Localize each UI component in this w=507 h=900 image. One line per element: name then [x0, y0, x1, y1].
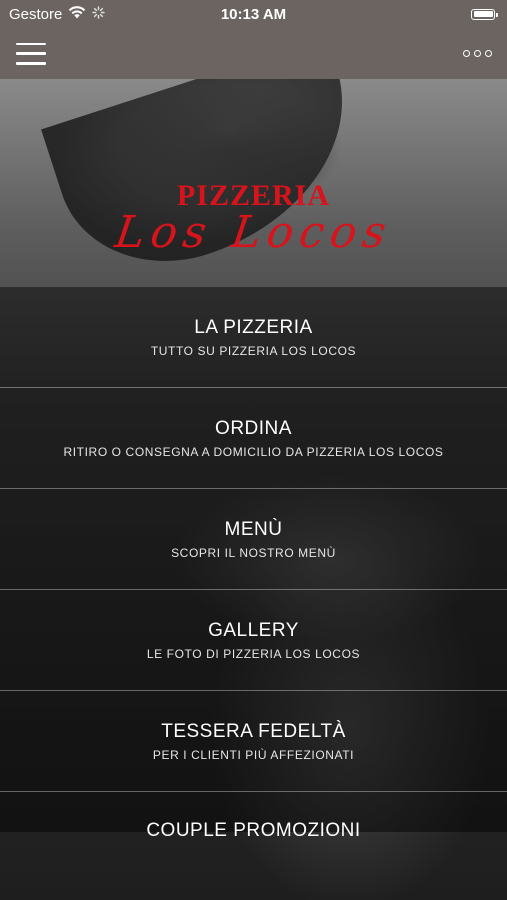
- restaurant-logo: PIZZERIA Los Locos: [0, 179, 507, 258]
- status-right: [471, 8, 507, 20]
- menu-item-subtitle: PER I CLIENTI PIÙ AFFEZIONATI: [152, 747, 355, 762]
- menu-item-subtitle: LE FOTO DI PIZZERIA LOS LOCOS: [146, 646, 361, 661]
- top-navigation-bar: [0, 28, 507, 79]
- carrier-label: Gestore: [9, 5, 63, 23]
- logo-line-los-locos: Los Locos: [112, 207, 395, 258]
- menu-item-subtitle: RITIRO O CONSEGNA A DOMICILIO DA PIZZERI…: [63, 444, 444, 459]
- menu-item-title: TESSERA FEDELTÀ: [161, 720, 346, 742]
- menu-item-subtitle: TUTTO SU PIZZERIA LOS LOCOS: [150, 343, 357, 358]
- activity-spinner-icon: [92, 5, 106, 23]
- status-bar: Gestore 10:13 AM: [0, 0, 507, 28]
- menu-item-menu[interactable]: MENÙ SCOPRI IL NOSTRO MENÙ: [0, 489, 507, 590]
- status-left: Gestore: [0, 5, 106, 23]
- menu-item-la-pizzeria[interactable]: LA PIZZERIA TUTTO SU PIZZERIA LOS LOCOS: [0, 287, 507, 388]
- menu-item-gallery[interactable]: GALLERY LE FOTO DI PIZZERIA LOS LOCOS: [0, 590, 507, 691]
- main-menu: LA PIZZERIA TUTTO SU PIZZERIA LOS LOCOS …: [0, 287, 507, 841]
- menu-item-promozioni[interactable]: COUPLE PROMOZIONI: [0, 792, 507, 841]
- menu-item-title: COUPLE PROMOZIONI: [146, 820, 361, 841]
- battery-icon: [471, 8, 498, 20]
- menu-item-title: GALLERY: [208, 619, 299, 641]
- menu-item-title: ORDINA: [215, 417, 292, 439]
- menu-item-title: MENÙ: [224, 518, 283, 540]
- menu-item-tessera-fedelta[interactable]: TESSERA FEDELTÀ PER I CLIENTI PIÙ AFFEZI…: [0, 691, 507, 792]
- menu-item-ordina[interactable]: ORDINA RITIRO O CONSEGNA A DOMICILIO DA …: [0, 388, 507, 489]
- wifi-icon: [68, 5, 86, 23]
- menu-item-subtitle: SCOPRI IL NOSTRO MENÙ: [171, 545, 336, 560]
- hamburger-icon[interactable]: [16, 42, 46, 65]
- menu-item-title: LA PIZZERIA: [194, 316, 313, 338]
- more-dots-icon[interactable]: [463, 50, 492, 57]
